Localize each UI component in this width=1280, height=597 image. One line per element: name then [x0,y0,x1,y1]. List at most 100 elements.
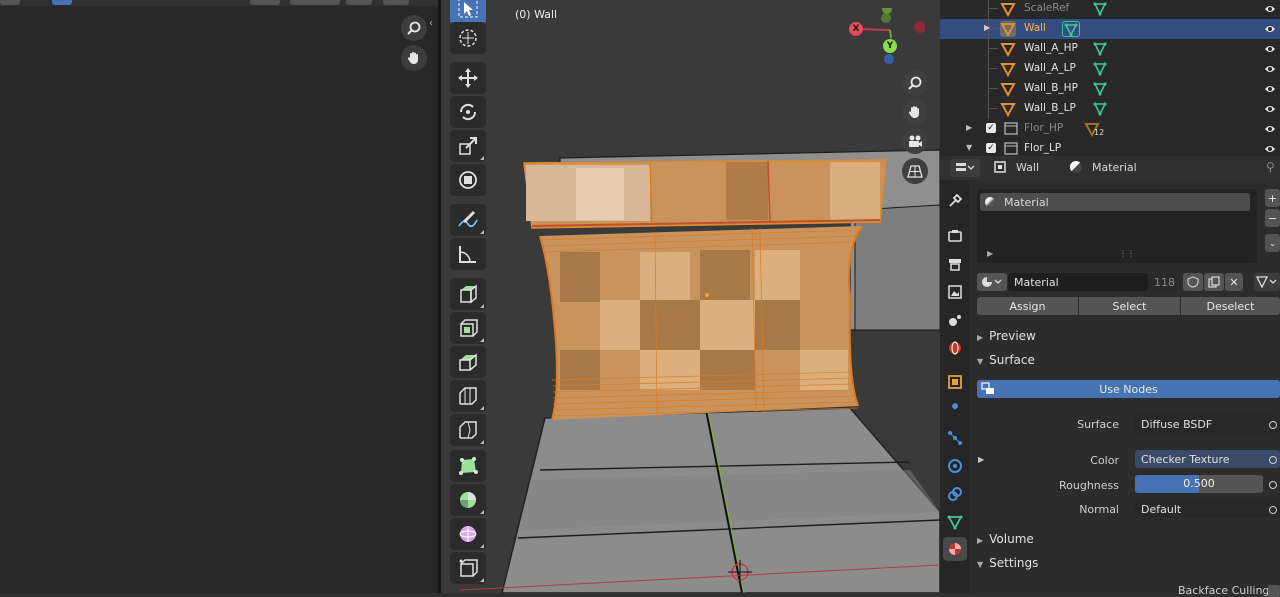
camera-view-icon[interactable] [902,128,928,154]
editor-type-dropdown[interactable] [950,159,980,177]
3d-viewport[interactable] [441,0,940,593]
outliner-row[interactable]: Wall_A_HP [940,39,1280,59]
surface-shader-dropdown[interactable]: Diffuse BSDF [1135,415,1280,433]
header-button[interactable] [0,0,20,5]
cursor-tool[interactable] [450,22,486,54]
material-tab-icon[interactable] [943,537,967,561]
outliner[interactable]: ScaleRef ▶ Wall Wall_A_HP Wall_A_LP Wall_B_HP… [940,0,1280,156]
physics-tab-icon[interactable] [943,454,967,478]
fake-user-shield-icon[interactable] [1183,273,1203,291]
slot-specials-button[interactable]: ⌄ [1265,234,1280,252]
render-tab-icon[interactable] [943,224,967,248]
visibility-eye-icon[interactable] [1264,3,1276,15]
socket-dot-icon[interactable] [1269,456,1277,464]
smooth-tool[interactable] [450,518,486,550]
scene-tab-icon[interactable] [943,308,967,332]
roughness-slider[interactable]: 0.500 [1135,475,1263,493]
zoom-icon[interactable] [401,15,427,41]
socket-dot-icon[interactable] [1269,421,1277,429]
color-input-dropdown[interactable]: Checker Texture [1135,450,1280,468]
visibility-eye-icon[interactable] [1264,123,1276,135]
mesh-object-icon[interactable] [1000,21,1016,38]
mesh-data-icon[interactable] [1092,41,1110,57]
outliner-row[interactable]: ▶ Wall [940,19,1280,39]
move-tool[interactable] [450,62,486,94]
checkbox-icon[interactable]: ✓ [986,123,996,133]
axis-y-icon[interactable]: Y [883,39,897,53]
data-mesh-tab-icon[interactable] [943,510,967,534]
rotate-tool[interactable] [450,96,486,128]
header-dropdown[interactable] [290,0,340,5]
select-box-tool[interactable] [450,0,486,24]
normal-input-field[interactable]: Default [1135,500,1280,518]
annotate-tool[interactable] [450,204,486,236]
mesh-data-icon[interactable] [1092,101,1110,117]
zoom-icon[interactable] [902,70,928,96]
modifier-tab-icon[interactable] [943,398,967,422]
world-tab-icon[interactable] [943,336,967,360]
collapse-arrow-icon[interactable]: ‹ [429,18,433,29]
preview-panel-header[interactable]: ▶ Preview [977,329,1036,343]
volume-panel-header[interactable]: ▶ Volume [977,532,1034,546]
link-type-dropdown[interactable] [1254,273,1280,291]
unlink-material-icon[interactable]: ✕ [1225,273,1243,291]
mesh-object-icon[interactable] [1000,41,1016,58]
scale-tool[interactable] [450,130,486,162]
visibility-eye-icon[interactable] [1264,83,1276,95]
material-slot-list[interactable]: Material ▶ ⋮⋮ [977,189,1257,263]
visibility-eye-icon[interactable] [1264,43,1276,55]
header-dropdown[interactable] [383,0,409,5]
poly-build-tool[interactable] [450,450,486,482]
expand-arrow-icon[interactable]: ▼ [966,143,972,152]
mesh-data-icon[interactable] [1092,81,1110,97]
mesh-object-icon[interactable] [1000,61,1016,78]
visibility-eye-icon[interactable] [1264,63,1276,75]
perspective-grid-icon[interactable] [902,158,928,184]
collapse-arrow-icon[interactable]: ▶ [966,123,972,132]
bevel-tool[interactable] [450,380,486,412]
axis-x-icon[interactable]: X [849,22,863,36]
socket-dot-icon[interactable] [1269,481,1277,489]
outliner-row[interactable]: ScaleRef [940,0,1280,19]
socket-dot-icon[interactable] [1269,506,1277,514]
mesh-object-icon[interactable] [1000,1,1016,18]
header-dropdown[interactable] [346,0,372,5]
outliner-row[interactable]: Wall_A_LP [940,59,1280,79]
settings-panel-header[interactable]: ▼ Settings [977,556,1038,570]
pin-icon[interactable]: ⚲ [1266,160,1275,174]
duplicate-material-icon[interactable] [1204,273,1224,291]
mesh-data-icon[interactable] [1062,21,1080,37]
shear-tool[interactable] [450,552,486,584]
material-name-field[interactable]: Material [1008,273,1148,291]
surface-panel-header[interactable]: ▼ Surface [977,353,1035,367]
mesh-object-icon[interactable] [1000,81,1016,98]
output-tab-icon[interactable] [943,252,967,276]
add-slot-button[interactable]: + [1265,189,1280,207]
header-dropdown[interactable] [250,0,280,5]
browse-material-button[interactable] [977,273,1007,291]
hand-pan-icon[interactable] [401,45,427,71]
mesh-data-icon[interactable] [1092,1,1110,17]
mesh-object-icon[interactable] [1000,101,1016,118]
checkbox-icon[interactable]: ✓ [986,143,996,153]
user-count[interactable]: 118 [1148,273,1181,291]
outliner-row[interactable]: Wall_B_LP [940,99,1280,119]
use-nodes-toggle[interactable]: Use Nodes [977,380,1280,398]
header-button-active[interactable] [52,0,72,5]
expand-arrow-icon[interactable]: ▶ [978,455,984,464]
material-slot-row[interactable]: Material [980,193,1250,211]
loop-cut-tool[interactable] [450,414,486,446]
expand-arrow-icon[interactable]: ▶ [987,249,993,258]
expand-arrow-icon[interactable]: ▶ [984,23,990,32]
assign-button[interactable]: Assign [977,297,1078,315]
mesh-data-icon[interactable] [1092,61,1110,77]
deselect-button[interactable]: Deselect [1181,297,1280,315]
inset-faces-tool[interactable] [450,346,486,378]
extrude-region-tool[interactable] [450,312,486,344]
visibility-eye-icon[interactable] [1264,103,1276,115]
select-button[interactable]: Select [1079,297,1180,315]
visibility-eye-icon[interactable] [1264,23,1276,35]
object-tab-icon[interactable] [943,370,967,394]
outliner-row[interactable]: ▼ ✓ Flor_LP [940,139,1280,156]
add-cube-tool[interactable] [450,278,486,310]
